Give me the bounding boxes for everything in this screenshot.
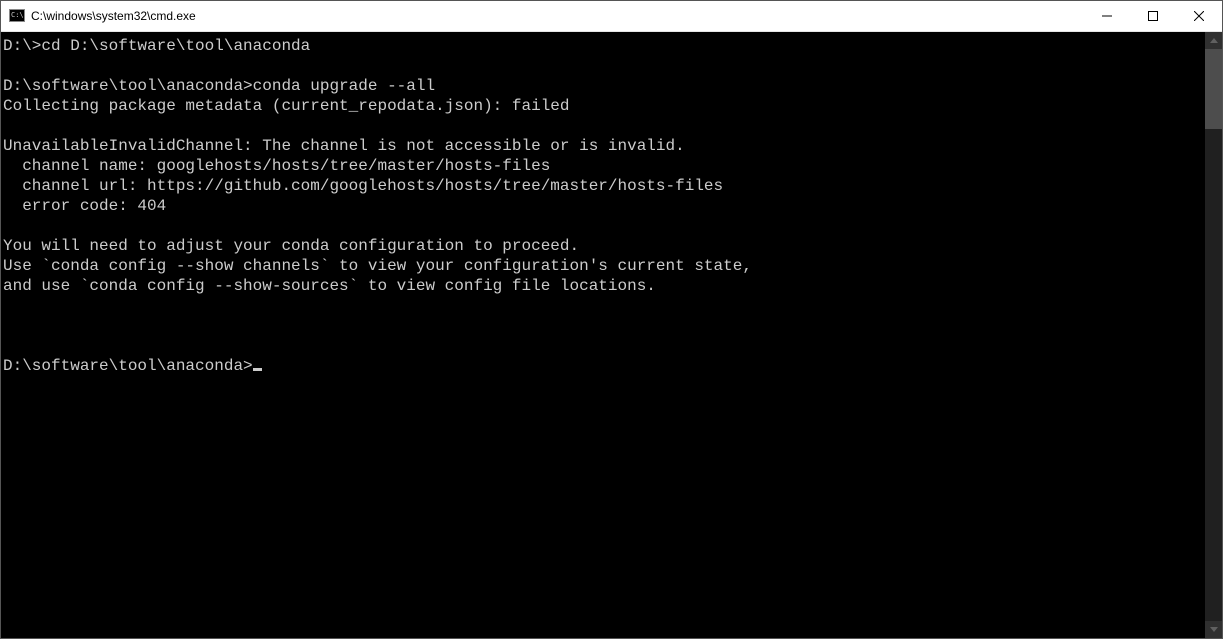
prompt-text: D:\software\tool\anaconda>	[3, 357, 253, 375]
terminal-line	[3, 116, 1205, 136]
terminal-line: UnavailableInvalidChannel: The channel i…	[3, 136, 1205, 156]
titlebar[interactable]: C:\ C:\windows\system32\cmd.exe	[1, 1, 1222, 32]
terminal-prompt-line[interactable]: D:\software\tool\anaconda>	[3, 356, 1205, 376]
terminal-line: D:\software\tool\anaconda>conda upgrade …	[3, 76, 1205, 96]
terminal-line: and use `conda config --show-sources` to…	[3, 276, 1205, 296]
window-controls	[1084, 1, 1222, 31]
terminal-line	[3, 296, 1205, 316]
terminal-output[interactable]: D:\>cd D:\software\tool\anaconda D:\soft…	[1, 32, 1205, 638]
terminal-line: error code: 404	[3, 196, 1205, 216]
terminal-line: channel url: https://github.com/googleho…	[3, 176, 1205, 196]
terminal-line	[3, 216, 1205, 236]
terminal-line: D:\>cd D:\software\tool\anaconda	[3, 36, 1205, 56]
terminal-line: Collecting package metadata (current_rep…	[3, 96, 1205, 116]
terminal-line: Use `conda config --show channels` to vi…	[3, 256, 1205, 276]
scroll-down-button[interactable]	[1205, 621, 1222, 638]
cmd-icon: C:\	[9, 8, 25, 24]
maximize-button[interactable]	[1130, 1, 1176, 31]
scroll-up-button[interactable]	[1205, 32, 1222, 49]
terminal-line: You will need to adjust your conda confi…	[3, 236, 1205, 256]
window-title: C:\windows\system32\cmd.exe	[31, 9, 1084, 23]
minimize-button[interactable]	[1084, 1, 1130, 31]
scrollbar[interactable]	[1205, 32, 1222, 638]
scroll-thumb[interactable]	[1205, 49, 1222, 129]
close-button[interactable]	[1176, 1, 1222, 31]
terminal-line: channel name: googlehosts/hosts/tree/mas…	[3, 156, 1205, 176]
terminal-line	[3, 316, 1205, 336]
cursor-icon	[253, 368, 262, 371]
terminal-line	[3, 336, 1205, 356]
svg-text:C:\: C:\	[11, 11, 24, 19]
terminal-area[interactable]: D:\>cd D:\software\tool\anaconda D:\soft…	[1, 32, 1222, 638]
terminal-line	[3, 56, 1205, 76]
